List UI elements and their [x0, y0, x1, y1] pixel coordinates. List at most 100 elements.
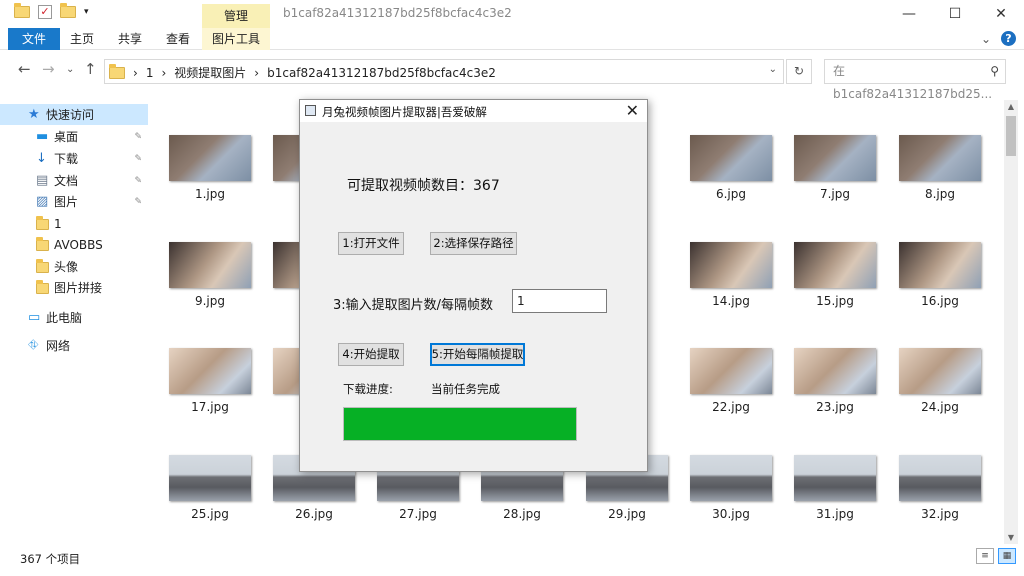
thumbnails-view-icon[interactable]: ▦ — [998, 548, 1016, 564]
open-file-button[interactable]: 1:打开文件 — [338, 232, 404, 255]
ribbon-tabs: 文件 主页 共享 查看 图片工具 ⌄ ? — [0, 28, 1024, 50]
scroll-down-icon[interactable]: ▼ — [1004, 533, 1018, 542]
file-thumbnail[interactable]: 23.jpg — [794, 348, 876, 440]
tab-home[interactable]: 主页 — [60, 28, 104, 50]
pin-icon[interactable]: ✎ — [134, 132, 142, 142]
file-name: 28.jpg — [503, 507, 541, 521]
sidebar-item-9[interactable]: ▭ 此电脑 — [0, 307, 148, 328]
tab-share[interactable]: 共享 — [108, 28, 152, 50]
tab-picture-tools[interactable]: 图片工具 — [202, 28, 270, 50]
recent-locations-button[interactable]: ⌄ — [66, 64, 74, 75]
address-dropdown-icon[interactable]: ⌄ — [769, 64, 777, 75]
sidebar-item-7[interactable]: 头像 — [0, 256, 148, 277]
help-icon[interactable]: ? — [1001, 31, 1016, 46]
refresh-button[interactable]: ↻ — [786, 59, 812, 84]
file-name: 7.jpg — [819, 187, 851, 201]
start-interval-extract-button[interactable]: 5:开始每隔帧提取 — [430, 343, 525, 366]
app-icon — [305, 105, 316, 116]
file-thumbnail[interactable]: 14.jpg — [690, 242, 772, 334]
back-button[interactable]: ← — [18, 60, 31, 78]
breadcrumb-1[interactable]: 1 — [146, 66, 154, 80]
file-thumbnail[interactable]: 7.jpg — [794, 135, 876, 227]
sidebar-item-5[interactable]: 1 — [0, 213, 148, 234]
breadcrumb-video-extract[interactable]: 视频提取图片 — [174, 64, 246, 81]
window-title: b1caf82a41312187bd25f8bcfac4c3e2 — [283, 6, 512, 20]
sidebar-item-6[interactable]: AVOBBS — [0, 234, 148, 255]
pin-icon[interactable]: ✎ — [134, 176, 142, 186]
file-name: 14.jpg — [712, 294, 750, 308]
properties-icon[interactable]: ✓ — [38, 5, 52, 19]
interval-input[interactable]: 1 — [512, 289, 607, 313]
folder-icon — [36, 216, 49, 233]
breadcrumb-current[interactable]: b1caf82a41312187bd25f8bcfac4c3e2 — [267, 66, 496, 80]
sidebar-item-label: AVOBBS — [54, 237, 103, 252]
choose-save-path-button[interactable]: 2:选择保存路径 — [430, 232, 517, 255]
thumbnail-image — [169, 135, 251, 181]
details-view-icon[interactable]: ≡ — [976, 548, 994, 564]
maximize-button[interactable]: ☐ — [932, 0, 978, 28]
sidebar-item-4[interactable]: ▨ 图片 ✎ — [0, 191, 148, 212]
folder-icon — [36, 237, 49, 254]
new-folder-icon[interactable] — [60, 3, 76, 18]
file-thumbnail[interactable]: 32.jpg — [899, 455, 981, 547]
sidebar-item-1[interactable]: ▬ 桌面 ✎ — [0, 126, 148, 147]
progress-label: 下载进度: — [343, 382, 393, 396]
computer-icon: ▭ — [28, 310, 41, 325]
sidebar-item-3[interactable]: ▤ 文档 ✎ — [0, 170, 148, 191]
progress-bar — [343, 407, 577, 441]
file-thumbnail[interactable]: 6.jpg — [690, 135, 772, 227]
file-thumbnail[interactable]: 25.jpg — [169, 455, 251, 547]
file-thumbnail[interactable]: 24.jpg — [899, 348, 981, 440]
crumb-separator: › — [161, 65, 167, 80]
file-thumbnail[interactable]: 30.jpg — [690, 455, 772, 547]
file-thumbnail[interactable]: 15.jpg — [794, 242, 876, 334]
dialog-close-button[interactable]: ✕ — [626, 101, 639, 120]
up-button[interactable]: ↑ — [84, 60, 97, 78]
crumb-separator: › — [133, 65, 138, 80]
desktop-icon: ▬ — [36, 129, 49, 144]
manage-context-tab[interactable]: 管理 — [202, 4, 270, 28]
thumbnail-image — [794, 242, 876, 288]
sidebar-item-8[interactable]: 图片拼接 — [0, 277, 148, 298]
file-thumbnail[interactable]: 16.jpg — [899, 242, 981, 334]
status-bar-count: 367 个项目 — [20, 552, 81, 566]
folder-icon[interactable] — [14, 3, 30, 18]
file-thumbnail[interactable]: 31.jpg — [794, 455, 876, 547]
file-name: 23.jpg — [816, 400, 854, 414]
thumbnail-image — [899, 348, 981, 394]
scrollbar-thumb[interactable] — [1006, 116, 1016, 156]
customize-toolbar-icon[interactable]: ▾ — [84, 7, 89, 17]
navigation-pane: ★ 快速访问 ▬ 桌面 ✎ ↓ 下载 ✎ ▤ 文档 ✎ ▨ 图片 ✎ 1 AVOBBS 头像图片拼接 ▭ 此电脑 ⛗ 网… — [0, 100, 150, 540]
start-extract-button[interactable]: 4:开始提取 — [338, 343, 404, 366]
minimize-button[interactable]: — — [886, 0, 932, 28]
forward-button[interactable]: → — [42, 60, 55, 78]
file-name: 30.jpg — [712, 507, 750, 521]
file-thumbnail[interactable]: 9.jpg — [169, 242, 251, 334]
search-input[interactable]: 在 b1caf82a41312187bd25... ⚲ — [824, 59, 1006, 101]
sidebar-item-2[interactable]: ↓ 下载 ✎ — [0, 148, 148, 169]
pin-icon[interactable]: ✎ — [134, 154, 142, 164]
file-name: 31.jpg — [816, 507, 854, 521]
file-thumbnail[interactable]: 1.jpg — [169, 135, 251, 227]
file-thumbnail[interactable]: 17.jpg — [169, 348, 251, 440]
thumbnail-image — [169, 348, 251, 394]
thumbnail-image — [794, 455, 876, 501]
vertical-scrollbar[interactable]: ▲ ▼ — [1004, 100, 1018, 544]
sidebar-item-label: 1 — [54, 216, 62, 231]
tab-file[interactable]: 文件 — [8, 28, 61, 50]
expand-ribbon-icon[interactable]: ⌄ — [981, 32, 991, 46]
sidebar-item-label: 图片拼接 — [54, 281, 103, 295]
file-thumbnail[interactable]: 8.jpg — [899, 135, 981, 227]
address-bar[interactable]: › 1 › 视频提取图片 › b1caf82a41312187bd25f8bcf… — [104, 59, 784, 84]
sidebar-item-label: 网络 — [46, 339, 71, 353]
download-icon: ↓ — [36, 151, 47, 166]
tab-view[interactable]: 查看 — [156, 28, 200, 50]
file-name: 17.jpg — [191, 400, 229, 414]
file-name: 32.jpg — [921, 507, 959, 521]
sidebar-item-0[interactable]: ★ 快速访问 — [0, 104, 148, 125]
scroll-up-icon[interactable]: ▲ — [1004, 102, 1018, 111]
pin-icon[interactable]: ✎ — [134, 197, 142, 207]
sidebar-item-10[interactable]: ⛗ 网络 — [0, 335, 148, 356]
close-button[interactable]: ✕ — [978, 0, 1024, 28]
file-thumbnail[interactable]: 22.jpg — [690, 348, 772, 440]
